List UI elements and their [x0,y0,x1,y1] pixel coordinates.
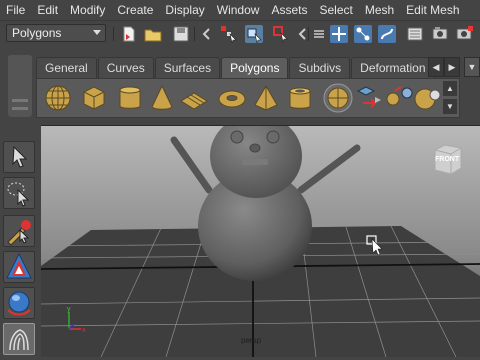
poly-pyramid-icon[interactable] [251,83,281,113]
shelf-options-handle[interactable] [8,55,32,117]
divider [194,27,195,41]
extract-icon[interactable] [413,83,443,113]
move-tool-icon [6,252,32,279]
shelf-scroll-up-button[interactable]: ▲ [443,81,457,96]
grip-bar [12,107,28,110]
new-scene-icon[interactable] [120,25,138,43]
poly-plane-icon[interactable] [179,83,209,113]
poly-torus-icon[interactable] [217,83,247,113]
ipr-render-icon[interactable] [456,25,474,43]
shelf-tabs: General Curves Surfaces Polygons Subdivs… [36,57,435,78]
poly-cube-icon[interactable] [79,83,109,113]
select-hierarchy-icon[interactable] [220,25,238,43]
divider [308,27,309,41]
shelf-menu-button[interactable]: ▼ [464,57,480,77]
menu-window[interactable]: Window [211,0,266,20]
menu-bar: File Edit Modify Create Display Window A… [0,0,480,20]
shelf-scroll: ▲ ▼ [443,81,457,115]
tab-deformation[interactable]: Deformation [351,57,435,78]
menu-mesh[interactable]: Mesh [359,0,400,20]
tab-subdivs[interactable]: Subdivs [289,57,351,78]
separate-icon[interactable] [385,83,415,113]
shelf-area: General Curves Surfaces Polygons Subdivs… [0,47,480,125]
last-tool-button[interactable] [3,323,35,355]
viewcube[interactable]: FRONT [431,144,465,176]
snap-point-icon[interactable] [378,25,396,43]
menu-assets[interactable]: Assets [265,0,313,20]
rotate-tool-icon [7,291,31,316]
select-object-icon[interactable] [245,25,263,43]
menu-file[interactable]: File [0,0,31,20]
snowman-mouth[interactable] [242,159,268,165]
open-scene-icon[interactable] [144,25,162,43]
selection-mask-icon[interactable] [310,25,328,43]
poly-cylinder-icon[interactable] [115,83,145,113]
snap-curve-icon[interactable] [354,25,372,43]
poly-sphere-icon[interactable] [43,83,73,113]
chevron-down-icon [93,30,101,35]
status-line: Polygons [0,20,480,47]
poly-soccer-ball-icon[interactable] [323,83,353,113]
menu-display[interactable]: Display [159,0,210,20]
save-scene-icon[interactable] [172,25,190,43]
menu-set-dropdown[interactable]: Polygons [6,24,106,42]
menu-edit[interactable]: Edit [31,0,64,20]
menu-set-value: Polygons [12,26,62,40]
viewcube-label: FRONT [435,156,460,163]
shelf-scroll-down-button[interactable]: ▼ [443,99,457,114]
tab-surfaces[interactable]: Surfaces [154,57,221,78]
move-tool-button[interactable] [3,251,35,283]
snowman-left-eye[interactable] [230,130,244,144]
rotate-tool-button[interactable] [3,287,35,319]
combine-icon[interactable] [355,83,385,113]
lasso-tool-icon [7,182,30,207]
show-manipulator-icon [9,329,29,351]
camera-label: persp [241,336,262,345]
snowman-right-eye[interactable] [266,130,280,144]
viewport-scene: y x [41,126,480,357]
select-component-icon[interactable] [272,25,290,43]
poly-pipe-icon[interactable] [285,83,315,113]
select-tool-button[interactable] [3,141,35,173]
perspective-viewport[interactable]: y x FRONT persp [41,125,480,357]
tab-curves[interactable]: Curves [97,57,154,78]
render-icon[interactable] [432,25,450,43]
select-tool-icon [12,145,28,168]
toolbox [0,125,40,360]
polygons-shelf: ▲ ▼ [36,78,460,118]
menu-modify[interactable]: Modify [64,0,111,20]
render-view-icon[interactable] [406,25,424,43]
svg-text:y: y [67,306,71,313]
tab-scroll-left-button[interactable]: ◀ [428,57,444,77]
svg-text:x: x [82,327,86,334]
grip-bar [12,99,28,102]
paint-select-tool-icon [7,220,31,246]
snap-grid-icon[interactable] [330,25,348,43]
poly-cone-icon[interactable] [147,83,177,113]
tab-polygons[interactable]: Polygons [221,57,289,78]
tab-general[interactable]: General [36,57,97,78]
menu-edit-mesh[interactable]: Edit Mesh [400,0,465,20]
menu-create[interactable]: Create [111,0,159,20]
lasso-tool-button[interactable] [3,177,35,209]
collapse-arrow-icon[interactable] [198,25,216,43]
paint-select-tool-button[interactable] [3,215,35,247]
menu-select[interactable]: Select [313,0,358,20]
snowman-nose[interactable] [249,143,261,153]
divider [113,27,114,41]
tab-scroll-right-button[interactable]: ▶ [444,57,460,77]
